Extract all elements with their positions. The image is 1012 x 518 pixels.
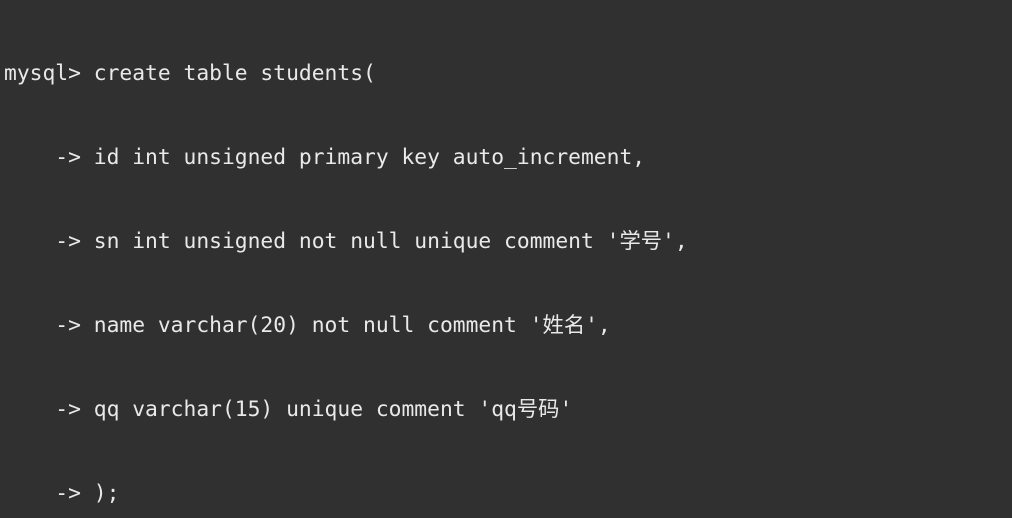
terminal-line-create-table: mysql> create table students( [4,61,376,86]
terminal-line-column-name: -> name varchar(20) not null comment '姓名… [4,313,611,338]
terminal-line-column-id: -> id int unsigned primary key auto_incr… [4,145,646,170]
terminal-line-column-qq: -> qq varchar(15) unique comment 'qq号码' [4,397,573,422]
terminal-line-column-sn: -> sn int unsigned not null unique comme… [4,229,688,254]
terminal-line-statement-close: -> ); [4,481,120,506]
terminal-screen[interactable]: mysql> create table students( -> id int … [0,0,1012,518]
terminal-window[interactable]: mysql> create table students( -> id int … [0,0,1012,518]
